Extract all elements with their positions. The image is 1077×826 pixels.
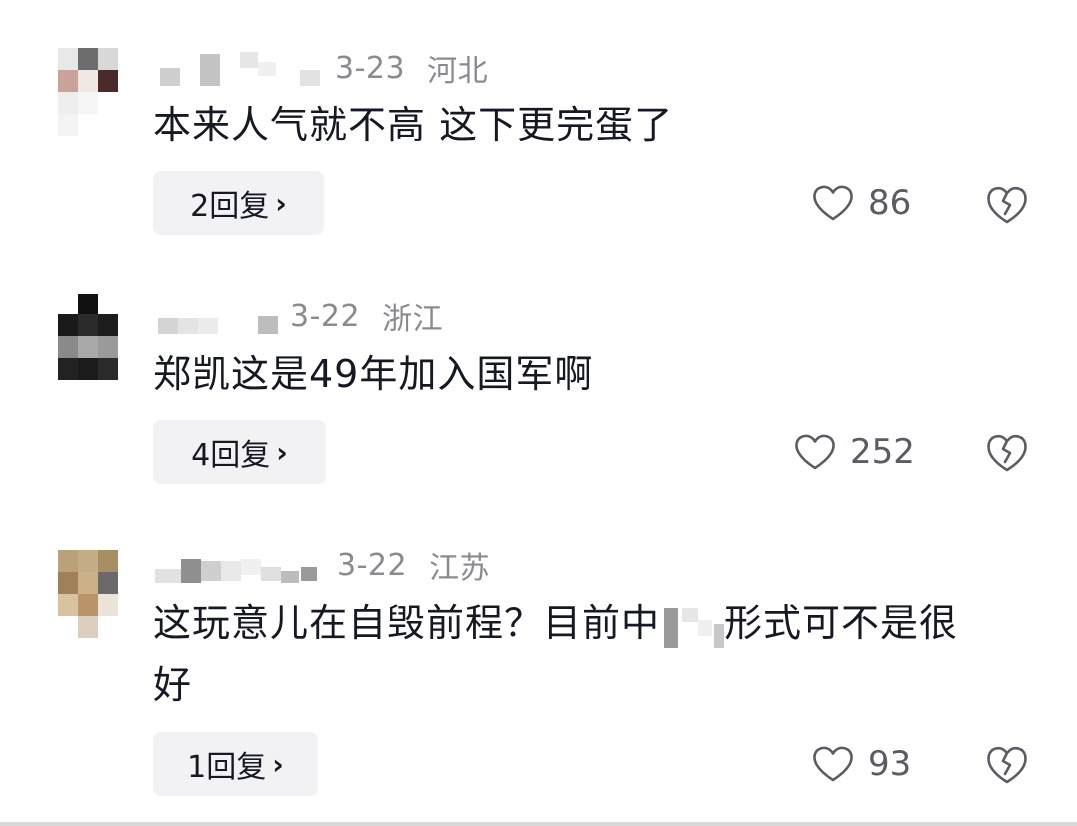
like-count: 86	[868, 183, 912, 223]
comment-location: 河北	[427, 54, 489, 89]
like-count: 93	[868, 744, 912, 784]
broken-heart-icon[interactable]	[985, 182, 1029, 226]
like-button[interactable]: 86	[812, 178, 911, 228]
comment-text-part: 这玩意儿在自毁前程？目前中	[153, 601, 661, 645]
like-count: 252	[850, 432, 915, 472]
bottom-divider	[0, 822, 1077, 826]
heart-outline-icon	[813, 185, 853, 221]
comment-text-line2: 好	[153, 663, 193, 707]
view-replies-button[interactable]: 1回复 ›	[153, 732, 318, 796]
username-redacted[interactable]	[155, 296, 290, 336]
comment-date: 3-22	[337, 547, 408, 583]
avatar[interactable]	[48, 294, 120, 382]
username-redacted[interactable]	[155, 48, 335, 88]
avatar[interactable]	[48, 550, 120, 638]
heart-outline-icon	[813, 746, 853, 782]
avatar[interactable]	[48, 48, 120, 136]
chevron-right-icon: ›	[272, 747, 284, 781]
comment-location: 浙江	[382, 302, 444, 337]
broken-heart-icon[interactable]	[985, 742, 1029, 786]
redaction-mosaic	[660, 604, 725, 648]
comment-meta: 3-22 浙江	[155, 296, 444, 337]
replies-label: 2回复	[190, 189, 270, 224]
broken-heart-icon[interactable]	[985, 430, 1029, 474]
comment-meta: 3-22 江苏	[155, 545, 491, 586]
view-replies-button[interactable]: 2回复 ›	[153, 171, 324, 235]
comment-date: 3-22	[290, 298, 361, 334]
replies-label: 1回复	[187, 750, 267, 785]
chevron-right-icon: ›	[275, 186, 287, 220]
comment-text: 这玩意儿在自毁前程？目前中 形式可不是很	[153, 592, 958, 654]
replies-label: 4回复	[191, 438, 271, 473]
chevron-right-icon: ›	[276, 435, 288, 469]
comment-date: 3-23	[335, 50, 406, 86]
like-button[interactable]: 93	[812, 739, 911, 789]
comment-text: 郑凯这是49年加入国军啊	[153, 352, 594, 396]
view-replies-button[interactable]: 4回复 ›	[153, 420, 326, 484]
comment-text-part: 形式可不是很	[724, 601, 959, 645]
heart-outline-icon	[795, 434, 835, 470]
comment-meta: 3-23 河北	[155, 48, 489, 89]
comment-text: 本来人气就不高 这下更完蛋了	[153, 103, 674, 147]
like-button[interactable]: 252	[794, 427, 915, 477]
username-redacted[interactable]	[155, 545, 337, 585]
comment-location: 江苏	[429, 551, 491, 586]
